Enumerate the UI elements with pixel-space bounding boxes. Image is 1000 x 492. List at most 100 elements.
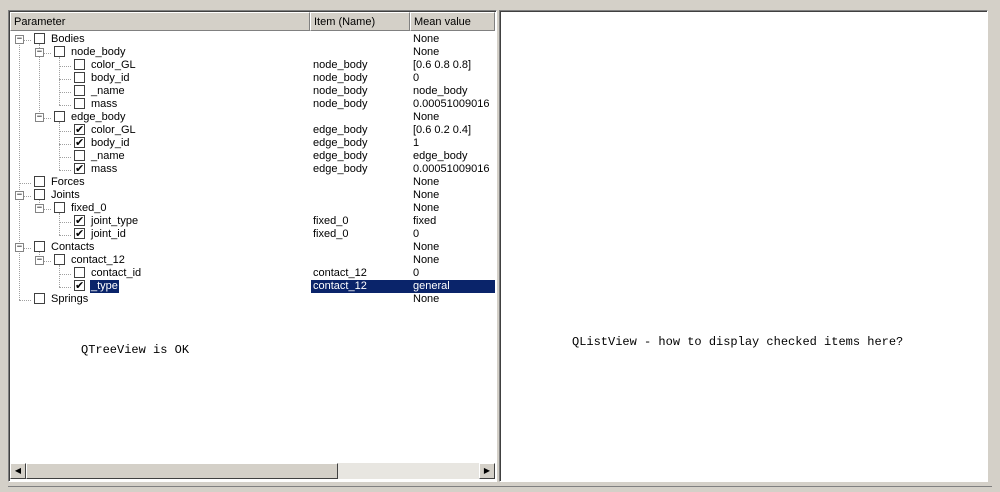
tree-row[interactable]: _name node_body node_body: [10, 85, 495, 98]
row-item-name: [311, 241, 411, 254]
row-item-name: [311, 33, 411, 46]
tree-header: Parameter Item (Name) Mean value: [10, 12, 495, 31]
row-item-name: edge_body: [313, 124, 368, 136]
scroll-left-button[interactable]: ◀: [10, 463, 26, 479]
row-item-name: contact_12: [311, 280, 411, 293]
row-label: color_GL: [91, 59, 136, 71]
row-item-name: fixed_0: [313, 215, 349, 227]
row-checkbox[interactable]: [74, 98, 85, 109]
row-item-name: edge_body: [313, 137, 368, 149]
row-checkbox[interactable]: [74, 267, 85, 278]
row-item-name: [311, 176, 411, 189]
tree-view[interactable]: Parameter Item (Name) Mean value − Bodies…: [8, 10, 497, 482]
tree-row[interactable]: Springs None: [10, 293, 495, 306]
row-checkbox[interactable]: ✔: [74, 228, 85, 239]
scroll-right-button[interactable]: ▶: [479, 463, 495, 479]
list-view-note: QListView - how to display checked items…: [572, 335, 904, 349]
horizontal-scrollbar[interactable]: ◀ ▶: [10, 463, 495, 479]
column-header-item-name[interactable]: Item (Name): [310, 12, 410, 31]
row-item-name: [311, 46, 411, 59]
main-window: Parameter Item (Name) Mean value − Bodies…: [0, 0, 1000, 492]
row-label: color_GL: [91, 124, 136, 136]
row-checkbox[interactable]: [34, 33, 45, 44]
row-mean-value: None: [413, 254, 440, 266]
row-label: mass: [91, 163, 118, 175]
row-item-name: [311, 202, 411, 215]
row-checkbox[interactable]: [74, 150, 85, 161]
row-label: contact_12: [71, 254, 125, 266]
row-label: _name: [91, 150, 125, 162]
row-label: mass: [91, 98, 118, 110]
row-checkbox[interactable]: [54, 46, 65, 57]
row-mean-value: None: [413, 202, 440, 214]
row-checkbox[interactable]: [74, 85, 85, 96]
collapse-toggle-icon[interactable]: −: [15, 35, 24, 44]
row-mean-value: 1: [413, 137, 420, 149]
row-mean-value: None: [413, 293, 440, 305]
list-view[interactable]: QListView - how to display checked items…: [499, 10, 988, 482]
row-checkbox[interactable]: ✔: [74, 215, 85, 226]
tree-row[interactable]: − Joints None: [10, 189, 495, 202]
tree-row[interactable]: ✔ mass edge_body 0.00051009016: [10, 163, 495, 176]
row-mean-value: edge_body: [413, 150, 468, 162]
collapse-toggle-icon[interactable]: −: [35, 256, 44, 265]
row-mean-value: [0.6 0.8 0.8]: [413, 59, 472, 71]
scroll-thumb[interactable]: [26, 463, 338, 479]
row-item-name: contact_12: [313, 267, 367, 279]
tree-row[interactable]: − contact_12 None: [10, 254, 495, 267]
row-item-name: node_body: [313, 85, 368, 97]
collapse-toggle-icon[interactable]: −: [15, 191, 24, 200]
collapse-toggle-icon[interactable]: −: [35, 113, 44, 122]
tree-row[interactable]: ✔ body_id edge_body 1: [10, 137, 495, 150]
row-item-name: edge_body: [313, 163, 368, 175]
tree-view-note: QTreeView is OK: [81, 343, 190, 357]
tree-row[interactable]: − Contacts None: [10, 241, 495, 254]
row-checkbox[interactable]: [74, 59, 85, 70]
row-item-name: [311, 189, 411, 202]
tree-row[interactable]: − Bodies None: [10, 33, 495, 46]
row-label: joint_type: [91, 215, 139, 227]
tree-row[interactable]: ✔ joint_id fixed_0 0: [10, 228, 495, 241]
row-checkbox[interactable]: [54, 111, 65, 122]
tree-row[interactable]: − node_body None: [10, 46, 495, 59]
row-label: _name: [91, 85, 125, 97]
row-item-name: node_body: [313, 59, 368, 71]
tree-row[interactable]: body_id node_body 0: [10, 72, 495, 85]
row-checkbox[interactable]: ✔: [74, 163, 85, 174]
row-mean-value: 0: [413, 267, 420, 279]
row-label: body_id: [91, 72, 130, 84]
row-mean-value: [0.6 0.2 0.4]: [413, 124, 472, 136]
row-mean-value: None: [413, 46, 440, 58]
status-strip: [8, 486, 992, 492]
row-item-name: [311, 254, 411, 267]
row-mean-value: node_body: [413, 85, 468, 97]
row-mean-value: 0: [413, 228, 420, 240]
collapse-toggle-icon[interactable]: −: [35, 204, 44, 213]
collapse-toggle-icon[interactable]: −: [35, 48, 44, 57]
row-checkbox[interactable]: [74, 72, 85, 83]
row-label: Joints: [51, 189, 80, 201]
tree-row[interactable]: Forces None: [10, 176, 495, 189]
row-item-name: [311, 293, 411, 306]
collapse-toggle-icon[interactable]: −: [15, 243, 24, 252]
row-checkbox[interactable]: [54, 202, 65, 213]
row-label: body_id: [91, 137, 130, 149]
tree-row[interactable]: mass node_body 0.00051009016: [10, 98, 495, 111]
column-header-mean-value[interactable]: Mean value: [410, 12, 495, 31]
row-checkbox[interactable]: [34, 176, 45, 187]
row-checkbox[interactable]: [54, 254, 65, 265]
row-checkbox[interactable]: ✔: [74, 137, 85, 148]
row-checkbox[interactable]: [34, 293, 45, 304]
row-label: Forces: [51, 176, 85, 188]
row-checkbox[interactable]: ✔: [74, 280, 85, 291]
row-mean-value: None: [413, 111, 440, 123]
tree-row[interactable]: ✔ _type contact_12 general: [10, 279, 495, 294]
row-checkbox[interactable]: ✔: [74, 124, 85, 135]
tree-row[interactable]: color_GL node_body [0.6 0.8 0.8]: [10, 59, 495, 72]
row-label: Springs: [51, 293, 89, 305]
row-checkbox[interactable]: [34, 189, 45, 200]
row-item-name: node_body: [313, 72, 368, 84]
row-checkbox[interactable]: [34, 241, 45, 252]
column-header-parameter[interactable]: Parameter: [10, 12, 310, 31]
row-label: node_body: [71, 46, 126, 58]
